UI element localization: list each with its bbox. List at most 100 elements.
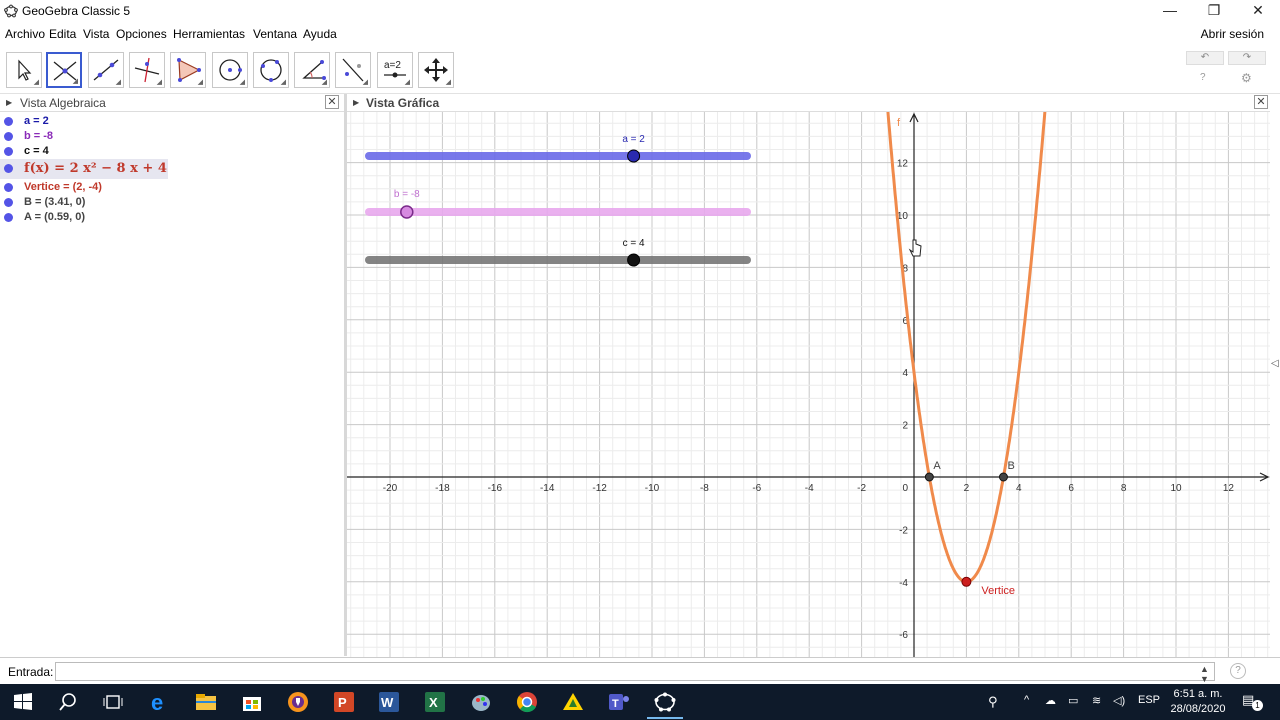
line-tool-button[interactable]: ◢ [88, 52, 124, 88]
algebra-item[interactable]: A = (0.59, 0) [0, 210, 168, 225]
visibility-toggle-dot[interactable] [4, 198, 13, 207]
conic-tool-button[interactable]: ◢ [253, 52, 289, 88]
move-tool-button[interactable]: ◢ [6, 52, 42, 88]
graphics-canvas[interactable]: -20 -18 -16 -14 -12 -10 -8 -6 -4 -2 2 4 6 8 10 12 12 10 8 6… [347, 112, 1270, 657]
visibility-toggle-dot[interactable] [4, 183, 13, 192]
menu-vista[interactable]: Vista [83, 27, 109, 41]
redo-button[interactable]: ↷ [1228, 51, 1266, 65]
windows-start-icon[interactable] [11, 690, 35, 714]
undo-button[interactable]: ↶ [1186, 51, 1224, 65]
visibility-toggle-dot[interactable] [4, 147, 13, 156]
geogebra-taskbar-icon[interactable] [653, 690, 677, 714]
task-view-icon[interactable] [101, 690, 125, 714]
minimize-button[interactable]: — [1148, 0, 1192, 22]
close-window-button[interactable]: ✕ [1236, 0, 1280, 22]
battery-icon[interactable]: ▭ [1068, 694, 1078, 707]
algebra-item[interactable]: c = 4 [0, 144, 168, 159]
slider-handle[interactable] [400, 205, 414, 219]
close-algebra-button[interactable]: ✕ [325, 95, 339, 109]
login-link[interactable]: Abrir sesión [1201, 27, 1264, 41]
volume-icon[interactable]: ◁) [1113, 694, 1125, 707]
paint-app-icon[interactable] [469, 690, 493, 714]
menu-archivo[interactable]: Archivo [5, 27, 45, 41]
point-a[interactable] [924, 472, 934, 482]
taskbar: e P W X T ⚲ ^ ☁ ▭ ≋ ◁) ESP 6:51 a. m. 28… [0, 684, 1280, 720]
word-icon[interactable]: W [377, 690, 401, 714]
gear-icon[interactable]: ⚙ [1241, 71, 1252, 85]
edge-browser-icon[interactable]: e [148, 690, 172, 714]
menu-herramientas[interactable]: Herramientas [173, 27, 245, 41]
intersect-tool-button[interactable]: ◢ [46, 52, 82, 88]
y-tick-label: 2 [902, 421, 908, 432]
input-history-icon[interactable]: ▲ ▼ [1200, 664, 1209, 684]
wifi-icon[interactable]: ≋ [1092, 694, 1101, 707]
language-indicator[interactable]: ESP [1138, 694, 1160, 706]
chrome-icon[interactable] [515, 690, 539, 714]
angle-tool-button[interactable]: ◢ [294, 52, 330, 88]
slider-label: b = -8 [394, 189, 420, 200]
algebra-item-text: B = (3.41, 0) [24, 196, 86, 208]
y-tick-label: -6 [899, 630, 908, 641]
menu-ayuda[interactable]: Ayuda [303, 27, 337, 41]
visibility-toggle-dot[interactable] [4, 132, 13, 141]
reflect-tool-button[interactable]: ◢ [335, 52, 371, 88]
close-graphics-button[interactable]: ✕ [1254, 95, 1268, 109]
polygon-tool-button[interactable]: ◢ [170, 52, 206, 88]
input-label: Entrada: [8, 665, 54, 679]
visibility-toggle-dot[interactable] [4, 117, 13, 126]
people-icon[interactable]: ⚲ [988, 694, 998, 710]
move-view-tool-button[interactable]: ◢ [418, 52, 454, 88]
side-panel-arrow-icon[interactable]: ◁ [1271, 358, 1279, 369]
slider-handle[interactable] [627, 253, 641, 267]
menu-edita[interactable]: Edita [49, 27, 76, 41]
menu-ventana[interactable]: Ventana [253, 27, 297, 41]
svg-text:e: e [151, 690, 163, 714]
visibility-toggle-dot[interactable] [4, 164, 13, 173]
input-bar: Entrada: ▲ ▼ ? [0, 657, 1280, 684]
x-tick-label: 4 [1016, 483, 1022, 494]
y-tick-label: 12 [897, 159, 909, 170]
vpn-shield-icon[interactable] [286, 690, 310, 714]
slider-label: c = 4 [623, 238, 645, 249]
algebra-item-text: A = (0.59, 0) [24, 211, 86, 223]
slider-tool-button[interactable]: a=2 ◢ [377, 52, 413, 88]
tray-chevron-icon[interactable]: ^ [1024, 694, 1029, 706]
excel-icon[interactable]: X [423, 690, 447, 714]
toolbar: ◢ ◢ ◢ ◢ ◢ ◢ ◢ ◢ ◢ a=2 ◢ ◢ ↶ ↷ ? ⚙ [0, 46, 1280, 94]
algebra-item[interactable]: B = (3.41, 0) [0, 195, 168, 210]
clock[interactable]: 6:51 a. m. 28/08/2020 [1166, 687, 1230, 717]
warning-app-icon[interactable] [561, 690, 585, 714]
point-b-label: B [1007, 460, 1014, 472]
teams-icon[interactable]: T [607, 690, 631, 714]
help-icon[interactable]: ? [1200, 72, 1206, 83]
algebra-item[interactable]: a = 2 [0, 114, 168, 129]
graph-plot[interactable]: -20 -18 -16 -14 -12 -10 -8 -6 -4 -2 2 4 6 8 10 12121086… [347, 112, 1270, 657]
notification-count-badge: 1 [1252, 700, 1263, 711]
point-b[interactable] [998, 472, 1008, 482]
perpendicular-tool-button[interactable]: ◢ [129, 52, 165, 88]
input-help-icon[interactable]: ? [1230, 663, 1246, 679]
store-icon[interactable] [240, 690, 264, 714]
x-tick-label: 12 [1223, 483, 1235, 494]
circle-tool-button[interactable]: ◢ [212, 52, 248, 88]
algebra-item[interactable]: f(x) = 2 x² − 8 x + 4 [0, 159, 168, 179]
file-explorer-icon[interactable] [194, 690, 218, 714]
search-icon[interactable] [56, 690, 80, 714]
powerpoint-icon[interactable]: P [332, 690, 356, 714]
visibility-toggle-dot[interactable] [4, 213, 13, 222]
window-title: GeoGebra Classic 5 [22, 4, 131, 18]
vertex-point[interactable] [961, 576, 972, 587]
onedrive-icon[interactable]: ☁ [1045, 694, 1056, 707]
input-field[interactable] [55, 662, 1215, 681]
collapse-arrow-icon[interactable]: ▶ [353, 98, 359, 107]
algebra-item[interactable]: b = -8 [0, 129, 168, 144]
algebra-item-text: b = -8 [24, 130, 54, 142]
menu-opciones[interactable]: Opciones [116, 27, 167, 41]
algebra-view-header: ▶ Vista Algebraica ✕ [0, 94, 344, 112]
collapse-arrow-icon[interactable]: ▶ [6, 98, 12, 107]
maximize-button[interactable]: ❐ [1192, 0, 1236, 22]
algebra-view-title: Vista Algebraica [20, 96, 106, 110]
x-tick-label: -16 [488, 483, 503, 494]
slider-handle[interactable] [627, 149, 641, 163]
algebra-item[interactable]: Vertice = (2, -4) [0, 180, 168, 195]
